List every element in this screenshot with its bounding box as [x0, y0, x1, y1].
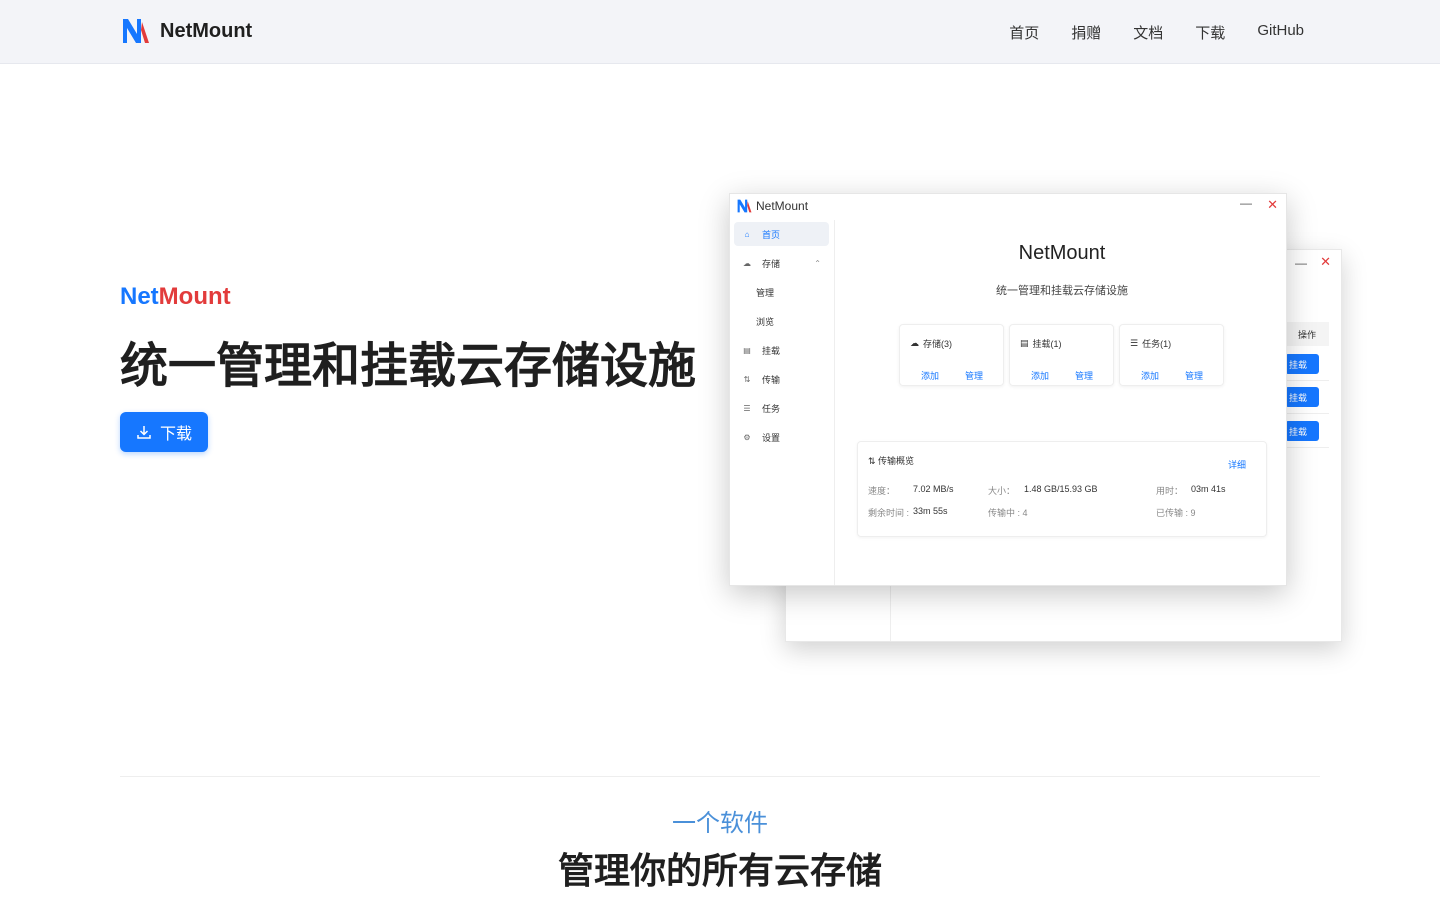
- sidebar-item-tasks: ☰ 任务: [734, 396, 829, 420]
- nav-link-github[interactable]: GitHub: [1257, 22, 1304, 43]
- sidebar-item-label: 管理: [756, 287, 775, 298]
- back-row-divider: [1285, 413, 1329, 414]
- section-kicker: 一个软件: [672, 810, 768, 837]
- list-icon: ☰: [1130, 338, 1139, 348]
- back-mount-button: 挂载: [1285, 421, 1319, 441]
- transfer-icon: ⇅: [868, 456, 879, 466]
- drive-icon: ▤: [743, 345, 751, 355]
- minimize-icon: —: [1240, 196, 1252, 210]
- sidebar-item-label: 任务: [762, 403, 781, 414]
- nav-link-docs[interactable]: 文档: [1133, 22, 1163, 43]
- card-add-link: 添加: [1141, 371, 1160, 381]
- sidebar-item-label: 挂载: [762, 345, 781, 356]
- top-navbar: NetMount 首页 捐赠 文档 下载 GitHub: [0, 0, 1440, 64]
- app-main-subtitle: 统一管理和挂载云存储设施: [996, 285, 1128, 297]
- download-icon: [137, 426, 151, 439]
- download-button-label: 下载: [159, 426, 192, 443]
- minimize-icon: —: [1295, 256, 1307, 270]
- hero-tag-net: Net: [120, 283, 159, 310]
- nav-link-home[interactable]: 首页: [1009, 22, 1039, 43]
- sidebar-item-manage: 管理: [734, 280, 829, 304]
- section-divider: [120, 776, 1320, 777]
- hero-tag: NetMount: [120, 283, 231, 311]
- nav-links: 首页 捐赠 文档 下载 GitHub: [1009, 22, 1304, 43]
- drive-icon: ▤: [1020, 338, 1029, 348]
- transfer-overview-panel: ⇅ 传输概览 详细 速度： 7.02 MB/s 大小： 1.48 GB/15.9…: [857, 441, 1267, 537]
- brand[interactable]: NetMount: [120, 16, 252, 46]
- sidebar-item-settings: ⚙ 设置: [734, 425, 829, 449]
- speed-label: 速度：: [868, 486, 896, 496]
- transfer-title-text: 传输概览: [878, 456, 915, 466]
- cloud-icon: ☁: [910, 338, 919, 348]
- close-icon: ✕: [1320, 254, 1331, 269]
- download-button[interactable]: 下载: [120, 412, 208, 452]
- sidebar-item-browse: 浏览: [734, 309, 829, 333]
- card-label: 挂载(1): [1032, 339, 1062, 349]
- remaining-label: 剩余时间 :: [868, 508, 910, 518]
- size-value: 1.48 GB/15.93 GB: [1024, 484, 1098, 494]
- app-sidebar: ⌂ 首页 ☁ 存储 ⌃ 管理 浏览 ▤ 挂载 ⇅ 传输 ☰ 任务 ⚙ 设置: [730, 220, 835, 585]
- nav-link-donate[interactable]: 捐赠: [1071, 22, 1101, 43]
- hero-title: 统一管理和挂载云存储设施: [120, 340, 697, 393]
- hero-tag-mount: Mount: [158, 283, 231, 310]
- card-manage-link: 管理: [1075, 371, 1094, 381]
- card-head: ▤ 挂载(1): [1020, 337, 1062, 350]
- card-label: 存储(3): [923, 339, 952, 349]
- app-screenshot-front-window: NetMount — ✕ ⌂ 首页 ☁ 存储 ⌃ 管理 浏览 ▤ 挂载 ⇅ 传输 ☰ 任务 …: [729, 193, 1287, 586]
- section-title: 管理你的所有云存储: [557, 850, 882, 891]
- chevron-up-icon: ⌃: [814, 258, 821, 268]
- cloud-icon: ☁: [743, 258, 751, 268]
- card-manage-link: 管理: [965, 371, 984, 381]
- remaining-value: 33m 55s: [913, 506, 948, 516]
- window-title-text: NetMount: [756, 199, 809, 213]
- sidebar-item-label: 传输: [762, 374, 781, 385]
- card-head: ☁ 存储(3): [910, 337, 952, 350]
- card-manage-link: 管理: [1185, 371, 1204, 381]
- nav-link-download[interactable]: 下载: [1195, 22, 1225, 43]
- speed-value: 7.02 MB/s: [913, 484, 954, 494]
- sidebar-item-transfer: ⇅ 传输: [734, 367, 829, 391]
- transfer-overview-title: ⇅ 传输概览: [868, 454, 914, 467]
- sidebar-item-label: 存储: [762, 258, 781, 269]
- home-icon: ⌂: [744, 229, 750, 239]
- back-row-divider: [1285, 380, 1329, 381]
- storage-card: ☁ 存储(3) 添加 管理: [899, 324, 1004, 386]
- back-table-header-actions: 操作: [1285, 322, 1329, 346]
- netmount-logo-icon: [737, 199, 752, 213]
- card-head: ☰ 任务(1): [1130, 337, 1171, 350]
- transferred-count: 已传输 : 9: [1156, 508, 1196, 518]
- netmount-logo-icon: [123, 19, 149, 43]
- sidebar-item-label: 设置: [762, 432, 781, 443]
- card-add-link: 添加: [921, 371, 940, 381]
- elapsed-label: 用时：: [1156, 486, 1184, 496]
- back-mount-button: 挂载: [1285, 354, 1319, 374]
- elapsed-value: 03m 41s: [1191, 484, 1226, 494]
- card-add-link: 添加: [1031, 371, 1050, 381]
- sidebar-item-mount: ▤ 挂载: [734, 338, 829, 362]
- back-mount-button: 挂载: [1285, 387, 1319, 407]
- list-icon: ☰: [743, 403, 751, 413]
- back-row-divider: [1285, 447, 1329, 448]
- close-icon: ✕: [1267, 197, 1278, 212]
- sidebar-item-storage: ☁ 存储 ⌃: [734, 251, 829, 275]
- transfer-icon: ⇅: [743, 374, 751, 384]
- transfer-detail-link: 详细: [1227, 460, 1246, 470]
- sidebar-item-label: 首页: [762, 229, 781, 240]
- sidebar-item-label: 浏览: [756, 316, 775, 327]
- window-title: NetMount: [736, 198, 808, 214]
- mount-card: ▤ 挂载(1) 添加 管理: [1009, 324, 1114, 386]
- gear-icon: ⚙: [743, 432, 751, 442]
- size-label: 大小：: [988, 486, 1016, 496]
- task-card: ☰ 任务(1) 添加 管理: [1119, 324, 1224, 386]
- app-main-title: NetMount: [1018, 242, 1106, 264]
- transferring-count: 传输中 : 4: [988, 508, 1028, 518]
- card-label: 任务(1): [1142, 339, 1172, 349]
- brand-name: NetMount: [160, 19, 253, 42]
- sidebar-item-home: ⌂ 首页: [734, 222, 829, 246]
